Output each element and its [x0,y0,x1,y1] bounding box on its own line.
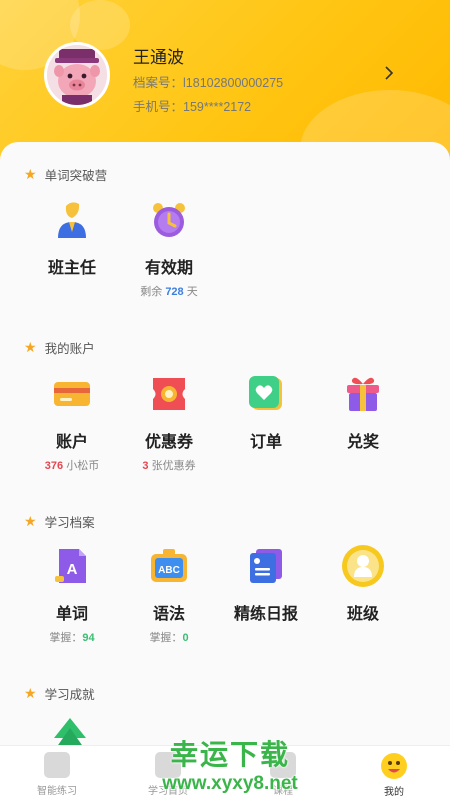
user-name: 王通波 [133,48,184,67]
item-validity[interactable]: 有效期 剩余 728 天 [124,200,214,299]
wallet-card-icon [52,374,92,414]
words-mastered: 掌握：94 [27,629,117,645]
tab-practice[interactable]: 智能练习 [17,752,97,797]
mastered-count: 94 [82,632,95,644]
section-title-camp: ★ 单词突破营 [24,165,107,184]
section-label: 学习成就 [44,688,95,702]
coupon-icon [149,374,189,414]
item-orders[interactable]: 订单 [221,374,311,452]
item-label: 有效期 [144,260,193,277]
daily-report-icon [246,546,286,586]
grammar-mastered: 掌握：0 [124,629,214,645]
item-words[interactable]: A 单词 掌握：94 [27,546,117,645]
watermark: 幸运下载 www.xyxy8.net [150,733,310,795]
avatar[interactable] [44,42,110,108]
item-head-teacher[interactable]: 班主任 [27,200,117,278]
star-icon: ★ [24,513,37,529]
coupon-count-line: 3 张优惠券 [124,457,214,473]
archive-value: l18102800000275 [183,76,284,90]
item-label: 优惠券 [144,434,193,451]
sub-prefix: 掌握： [49,632,83,644]
section-title-account: ★ 我的账户 [24,338,95,357]
sub-prefix: 剩余 [140,286,166,298]
coin-balance: 376 小松币 [27,457,117,473]
mastered-count: 0 [182,632,189,644]
days-remaining: 728 [165,286,184,298]
phone-value: 159****2172 [183,100,252,114]
gift-box-icon [343,374,383,414]
alarm-clock-icon [149,200,189,240]
star-icon: ★ [24,339,37,355]
teacher-icon [52,200,92,240]
item-daily-report[interactable]: 精练日报 [221,546,311,624]
watermark-title: 幸运下载 [169,739,290,770]
svg-text:ABC: ABC [158,565,180,576]
item-label: 班级 [346,606,379,623]
item-label: 班主任 [47,260,96,277]
my-face-icon [380,752,408,780]
phone-label: 手机号： [133,100,184,114]
svg-text:A: A [67,561,78,578]
item-label: 订单 [249,434,282,451]
section-title-achievement: ★ 学习成就 [24,684,95,703]
word-doc-icon: A [52,546,92,586]
sub-suffix: 天 [183,286,198,298]
star-icon: ★ [24,166,37,182]
item-class[interactable]: 班级 [318,545,408,624]
archive-label: 档案号： [133,76,184,90]
tab-label: 我的 [384,787,404,798]
order-heart-icon [246,374,286,414]
item-coupon[interactable]: 优惠券 3 张优惠券 [124,374,214,473]
archive-number: 档案号：l18102800000275 [133,72,283,91]
class-badge-icon [342,545,384,587]
section-label: 我的账户 [44,342,95,356]
item-label: 单词 [55,606,88,623]
item-label: 兑奖 [346,434,379,451]
validity-remaining: 剩余 728 天 [124,283,214,299]
sub-suffix: 张优惠券 [148,460,196,472]
item-redeem[interactable]: 兑奖 [318,374,408,452]
item-account[interactable]: 账户 376 小松币 [27,374,117,473]
item-label: 语法 [152,606,185,623]
phone-number: 手机号：159****2172 [133,96,251,115]
practice-icon [44,752,70,778]
chevron-right-icon[interactable] [384,64,394,85]
sub-suffix: 小松币 [63,460,100,472]
section-title-study: ★ 学习档案 [24,512,95,531]
tab-my[interactable]: 我的 [354,752,434,798]
item-label: 精练日报 [233,606,298,623]
watermark-url: www.xyxy8.net [162,773,298,794]
item-label: 账户 [55,434,88,451]
abc-board-icon: ABC [149,546,189,586]
star-icon: ★ [24,685,37,701]
pig-avatar-icon [47,45,107,105]
item-grammar[interactable]: ABC 语法 掌握：0 [124,546,214,645]
coin-count: 376 [44,460,64,472]
section-label: 单词突破营 [44,169,108,183]
section-label: 学习档案 [44,516,95,530]
sub-prefix: 掌握： [149,632,183,644]
tab-label: 智能练习 [37,786,77,797]
